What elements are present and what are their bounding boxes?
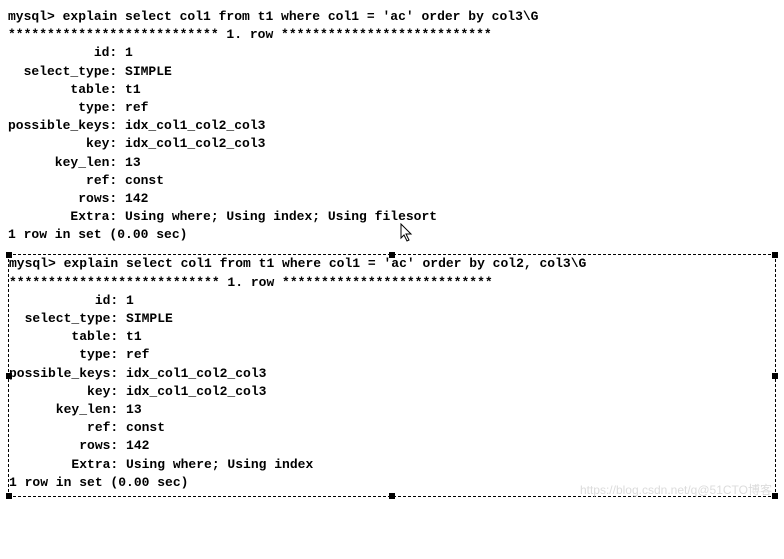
resize-handle-icon[interactable] [6,252,12,258]
resize-handle-icon[interactable] [6,493,12,499]
explain-key-len: key_len: 13 [9,401,775,419]
row-separator: *************************** 1. row *****… [8,26,776,44]
explain-select-type: select_type: SIMPLE [8,63,776,81]
resize-handle-icon[interactable] [772,373,778,379]
terminal-output-block-1: mysql> explain select col1 from t1 where… [8,8,776,244]
resize-handle-icon[interactable] [389,493,395,499]
watermark-text: https://blog.csdn.net/q@51CTO博客 [580,482,772,499]
explain-type: type: ref [9,346,775,364]
explain-rows: rows: 142 [9,437,775,455]
explain-table: table: t1 [9,328,775,346]
explain-id: id: 1 [9,292,775,310]
explain-ref: ref: const [8,172,776,190]
resize-handle-icon[interactable] [6,373,12,379]
explain-key-len: key_len: 13 [8,154,776,172]
sql-query-line: mysql> explain select col1 from t1 where… [8,8,776,26]
explain-extra: Extra: Using where; Using index [9,456,775,474]
explain-key: key: idx_col1_col2_col3 [8,135,776,153]
explain-key: key: idx_col1_col2_col3 [9,383,775,401]
explain-type: type: ref [8,99,776,117]
explain-ref: ref: const [9,419,775,437]
result-footer: 1 row in set (0.00 sec) [8,226,776,244]
resize-handle-icon[interactable] [389,252,395,258]
row-separator: *************************** 1. row *****… [9,274,775,292]
terminal-output-block-2: mysql> explain select col1 from t1 where… [9,255,775,491]
resize-handle-icon[interactable] [772,493,778,499]
explain-id: id: 1 [8,44,776,62]
explain-select-type: select_type: SIMPLE [9,310,775,328]
explain-possible-keys: possible_keys: idx_col1_col2_col3 [8,117,776,135]
explain-rows: rows: 142 [8,190,776,208]
explain-extra: Extra: Using where; Using index; Using f… [8,208,776,226]
selection-region[interactable]: mysql> explain select col1 from t1 where… [8,254,776,496]
resize-handle-icon[interactable] [772,252,778,258]
explain-possible-keys: possible_keys: idx_col1_col2_col3 [9,365,775,383]
explain-table: table: t1 [8,81,776,99]
